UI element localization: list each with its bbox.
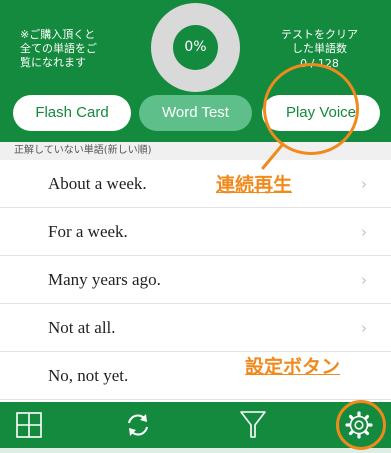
list-item[interactable]: Many years ago. ›	[0, 256, 391, 304]
list-item-text: Not at all.	[48, 318, 116, 337]
continuous-play-annotation: 連続再生	[216, 174, 293, 196]
settings-highlight-circle	[336, 400, 386, 450]
list-item[interactable]: Not at all. ›	[0, 304, 391, 352]
grid-button[interactable]	[4, 402, 54, 448]
tab-flash-card[interactable]: Flash Card	[13, 95, 131, 131]
list-item-text: No, not yet.	[48, 366, 129, 385]
settings-button-annotation: 設定ボタン	[245, 356, 341, 378]
filter-icon	[240, 411, 266, 438]
purchase-note: ※ご購入頂くと 全ての単語をご 覧になれます	[20, 28, 97, 69]
list-item-text: About a week.	[48, 174, 147, 193]
tab-word-test[interactable]: Word Test	[139, 95, 252, 131]
chevron-right-icon: ›	[361, 319, 367, 337]
list-item[interactable]: For a week. ›	[0, 208, 391, 256]
filter-button[interactable]	[228, 402, 278, 448]
cleared-words-label: テストをクリア した単語数	[281, 28, 358, 55]
chevron-right-icon: ›	[361, 175, 367, 193]
refresh-button[interactable]	[113, 402, 163, 448]
bottom-edge	[0, 448, 391, 453]
refresh-icon	[128, 414, 148, 436]
chevron-right-icon: ›	[361, 223, 367, 241]
list-item-text: Many years ago.	[48, 270, 161, 289]
list-item-text: For a week.	[48, 222, 128, 241]
grid-icon	[16, 412, 42, 438]
progress-percent: 0%	[184, 39, 207, 55]
list-item[interactable]: About a week. ›	[0, 160, 391, 208]
progress-ring: 0%	[151, 3, 240, 92]
chevron-right-icon: ›	[361, 271, 367, 289]
bottom-toolbar	[0, 402, 391, 448]
